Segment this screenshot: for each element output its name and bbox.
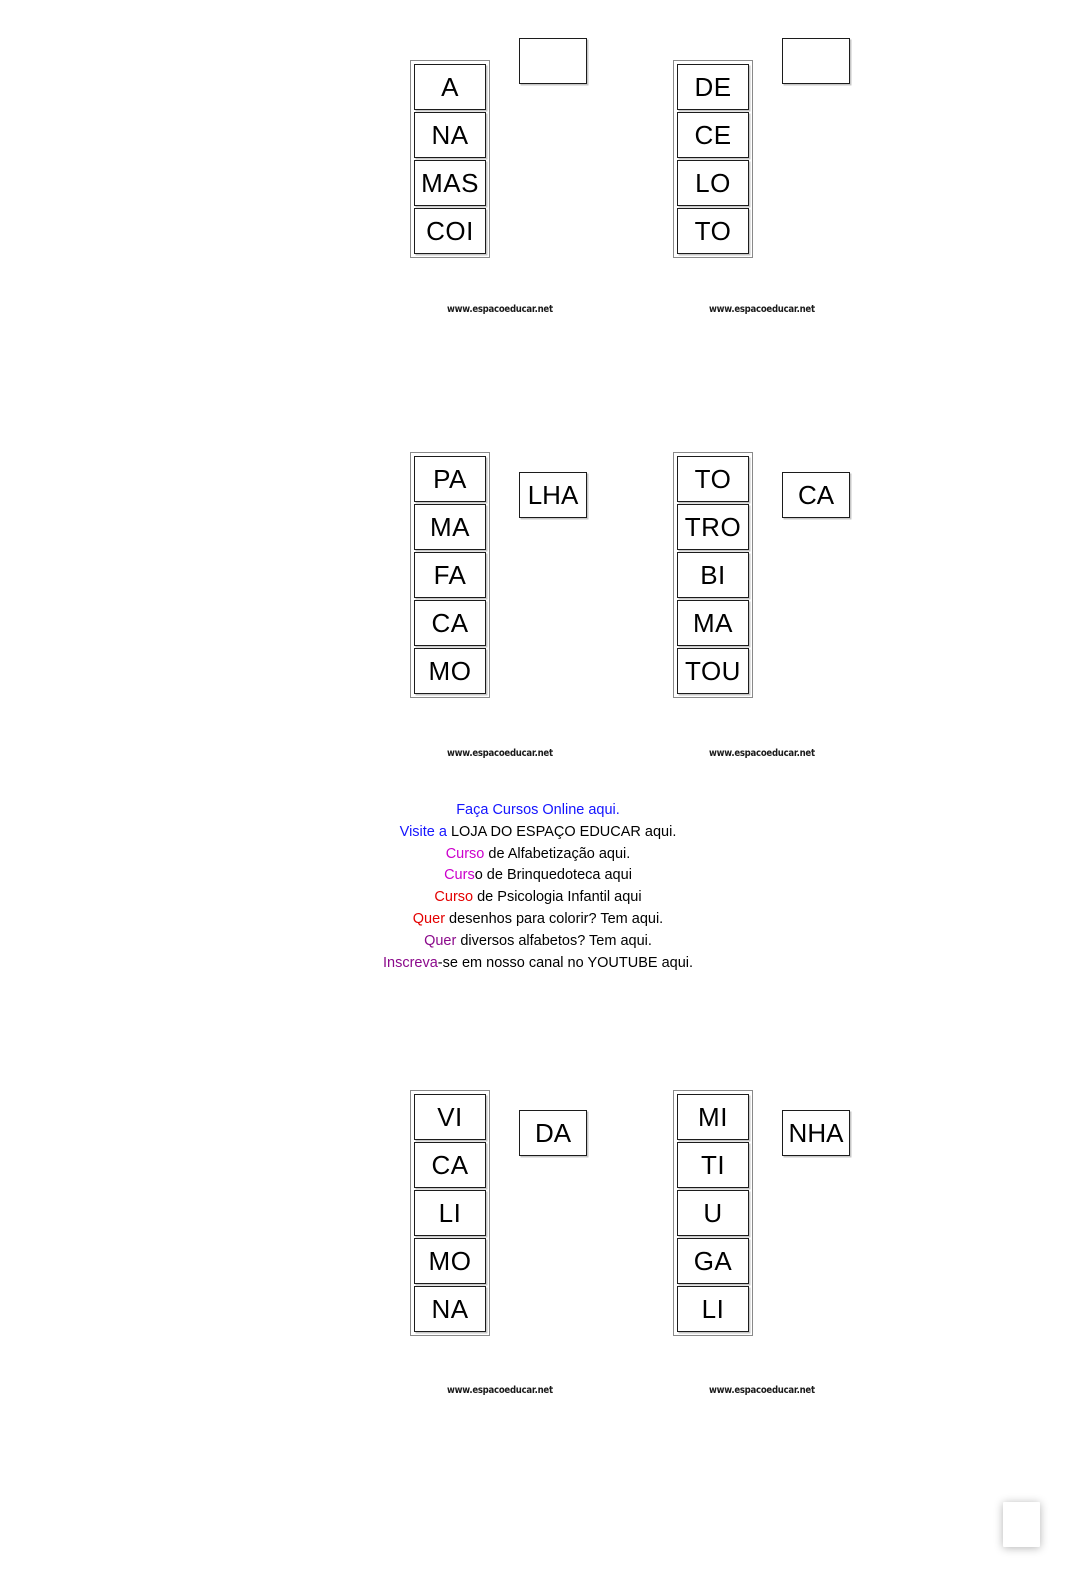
- promo-text-segment: de Alfabetização aqui.: [484, 845, 631, 862]
- syllable-cell[interactable]: MA: [677, 600, 749, 646]
- floating-widget[interactable]: [1003, 1502, 1040, 1547]
- site-watermark: www.espacoeducar.net: [709, 748, 815, 759]
- promo-text-segment: Curso: [445, 845, 485, 862]
- site-watermark: www.espacoeducar.net: [447, 1385, 553, 1396]
- syllable-cell[interactable]: NA: [414, 1286, 486, 1332]
- syllable-cell[interactable]: LI: [414, 1190, 486, 1236]
- syllable-cell[interactable]: NA: [414, 112, 486, 158]
- standalone-syllable-box[interactable]: DA: [519, 1110, 587, 1156]
- syllable-cell[interactable]: TRO: [677, 504, 749, 550]
- syllable-column-group-3-left: VI CA LI MO NA: [410, 1090, 490, 1336]
- standalone-syllable-box[interactable]: [782, 38, 850, 84]
- syllable-column-group-3-right: MI TI U GA LI: [673, 1090, 753, 1336]
- syllable-cell[interactable]: MA: [414, 504, 486, 550]
- promo-text-segment: Faça Cursos Online aqui.: [456, 802, 620, 818]
- promo-line-curso-alfabetizacao[interactable]: Curso de Alfabetização aqui.: [0, 844, 1076, 866]
- promo-line-curso-brinquedoteca[interactable]: Curso de Brinquedoteca aqui: [0, 865, 1076, 887]
- syllable-cell[interactable]: BI: [677, 552, 749, 598]
- syllable-cell[interactable]: CE: [677, 112, 749, 158]
- syllable-cell[interactable]: TOU: [677, 648, 749, 694]
- standalone-syllable-box[interactable]: LHA: [519, 472, 587, 518]
- promo-text-segment: Quer: [412, 910, 446, 927]
- promo-line-desenhos-colorir[interactable]: Quer desenhos para colorir? Tem aqui.: [0, 909, 1076, 931]
- site-watermark: www.espacoeducar.net: [709, 304, 815, 315]
- syllable-cell[interactable]: LI: [677, 1286, 749, 1332]
- syllable-column-group-1-left: A NA MAS COI: [410, 60, 490, 258]
- syllable-cell[interactable]: GA: [677, 1238, 749, 1284]
- promo-text-segment: o de Brinquedoteca aqui: [474, 867, 632, 884]
- syllable-cell[interactable]: MAS: [414, 160, 486, 206]
- promo-text-segment: Curs: [444, 867, 475, 884]
- promo-line-curso-psicologia-infantil[interactable]: Curso de Psicologia Infantil aqui: [0, 887, 1076, 909]
- syllable-cell[interactable]: U: [677, 1190, 749, 1236]
- syllable-cell[interactable]: MO: [414, 648, 486, 694]
- promo-text-segment: -se em nosso canal no YOUTUBE aqui.: [437, 954, 694, 971]
- promo-text-segment: Curso: [434, 889, 474, 906]
- promo-links-block: Faça Cursos Online aqui. Visite a LOJA DO…: [0, 800, 1076, 974]
- syllable-column-group-2-left: PA MA FA CA MO: [410, 452, 490, 698]
- promo-text-segment: LOJA DO ESPAÇO EDUCAR aqui.: [450, 823, 677, 840]
- promo-line-cursos-online[interactable]: Faça Cursos Online aqui.: [0, 800, 1076, 822]
- promo-line-diversos-alfabetos[interactable]: Quer diversos alfabetos? Tem aqui.: [0, 931, 1076, 953]
- promo-text-segment: desenhos para colorir? Tem aqui.: [445, 910, 664, 927]
- syllable-cell[interactable]: COI: [414, 208, 486, 254]
- syllable-cell[interactable]: VI: [414, 1094, 486, 1140]
- syllable-cell[interactable]: MI: [677, 1094, 749, 1140]
- standalone-syllable-box[interactable]: CA: [782, 472, 850, 518]
- syllable-column-group-2-right: TO TRO BI MA TOU: [673, 452, 753, 698]
- site-watermark: www.espacoeducar.net: [447, 748, 553, 759]
- standalone-syllable-box[interactable]: [519, 38, 587, 84]
- standalone-syllable-box[interactable]: NHA: [782, 1110, 850, 1156]
- promo-text-segment: de Psicologia Infantil aqui: [473, 889, 642, 906]
- promo-line-loja-espaco-educar[interactable]: Visite a LOJA DO ESPAÇO EDUCAR aqui.: [0, 822, 1076, 844]
- syllable-cell[interactable]: FA: [414, 552, 486, 598]
- syllable-cell[interactable]: TI: [677, 1142, 749, 1188]
- promo-text-segment: Inscreva: [382, 954, 438, 971]
- syllable-cell[interactable]: A: [414, 64, 486, 110]
- syllable-cell[interactable]: MO: [414, 1238, 486, 1284]
- promo-line-canal-youtube[interactable]: Inscreva-se em nosso canal no YOUTUBE aq…: [0, 953, 1076, 975]
- worksheet-page: A NA MAS COI www.espacoeducar.net DE CE LO TO www…: [0, 0, 1076, 1570]
- site-watermark: www.espacoeducar.net: [447, 304, 553, 315]
- site-watermark: www.espacoeducar.net: [709, 1385, 815, 1396]
- promo-text-segment: Quer: [424, 932, 457, 949]
- promo-text-segment: Visite a: [399, 823, 451, 840]
- syllable-cell[interactable]: PA: [414, 456, 486, 502]
- syllable-cell[interactable]: CA: [414, 600, 486, 646]
- promo-text-segment: diversos alfabetos? Tem aqui.: [456, 932, 652, 949]
- syllable-cell[interactable]: TO: [677, 208, 749, 254]
- syllable-cell[interactable]: LO: [677, 160, 749, 206]
- syllable-cell[interactable]: TO: [677, 456, 749, 502]
- syllable-column-group-1-right: DE CE LO TO: [673, 60, 753, 258]
- syllable-cell[interactable]: CA: [414, 1142, 486, 1188]
- syllable-cell[interactable]: DE: [677, 64, 749, 110]
